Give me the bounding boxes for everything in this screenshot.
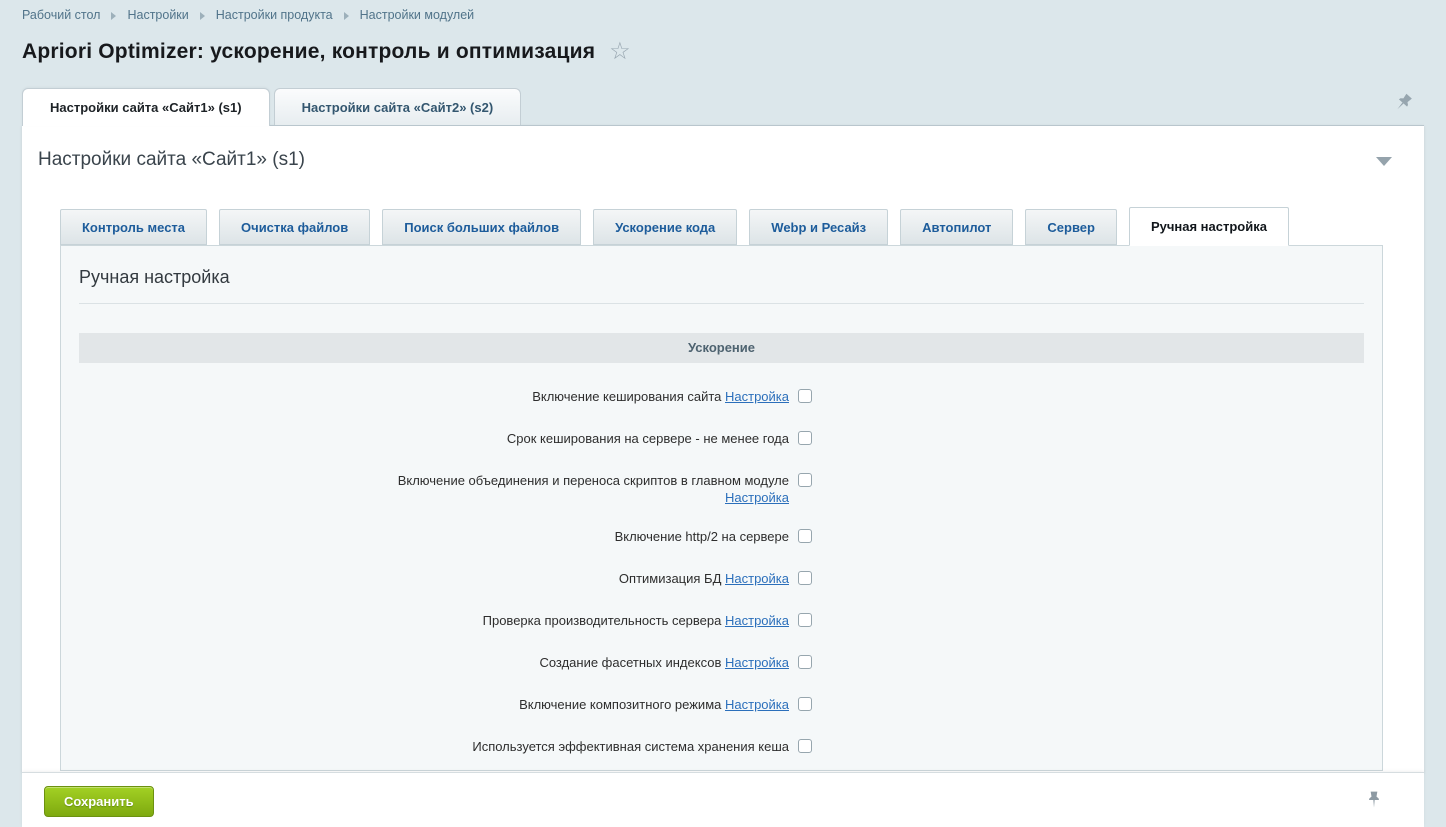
checkbox-server-performance[interactable] [798, 613, 812, 627]
panel-header-label: Настройки сайта «Сайт1» (s1) [38, 149, 305, 170]
checkbox-http2[interactable] [798, 529, 812, 543]
pin-icon[interactable] [1392, 92, 1414, 119]
pin-icon[interactable] [1364, 790, 1384, 815]
setting-label: Включение композитного режима Настройка [61, 696, 789, 713]
setup-link[interactable]: Настройка [61, 489, 789, 506]
setting-row: Включение кеширования сайта Настройка [61, 377, 1382, 419]
setting-row: Создание фасетных индексов Настройка [61, 643, 1382, 685]
tab-site1[interactable]: Настройки сайта «Сайт1» (s1) [22, 88, 270, 126]
chevron-down-icon[interactable] [1376, 157, 1392, 166]
favorite-star-icon[interactable]: ☆ [609, 40, 631, 64]
tab-code-acceleration[interactable]: Ускорение кода [593, 209, 737, 245]
divider [79, 303, 1364, 304]
tab-manual-setup[interactable]: Ручная настройка [1129, 207, 1289, 246]
setting-row: Оптимизация БД Настройка [61, 559, 1382, 601]
setting-label: Проверка производительность сервера Наст… [61, 612, 789, 629]
setting-label: Используется эффективная система хранени… [61, 738, 789, 755]
setting-row: Используется эффективная система хранени… [61, 727, 1382, 769]
setup-link[interactable]: Настройка [725, 571, 789, 586]
breadcrumb-link-module-settings[interactable]: Настройки модулей [360, 8, 475, 22]
page-title: Apriori Optimizer: ускорение, контроль и… [22, 40, 595, 64]
setting-row: Включение объединения и переноса скрипто… [61, 461, 1382, 517]
module-tabs: Контроль места Очистка файлов Поиск боль… [60, 207, 1384, 245]
setting-row: Проверка производительность сервера Наст… [61, 601, 1382, 643]
tab-content: Ручная настройка Ускорение Включение кеш… [60, 245, 1383, 771]
breadcrumb-arrow-icon [111, 12, 116, 20]
setting-label: Включение http/2 на сервере [61, 528, 789, 545]
button-panel: Сохранить [22, 772, 1424, 827]
panel-header: Настройки сайта «Сайт1» (s1) [22, 126, 1424, 171]
breadcrumb-arrow-icon [344, 12, 349, 20]
setup-link[interactable]: Настройка [725, 613, 789, 628]
checkbox-facet-indexes[interactable] [798, 655, 812, 669]
tab-site2[interactable]: Настройки сайта «Сайт2» (s2) [274, 88, 522, 125]
setup-link[interactable]: Настройка [725, 389, 789, 404]
checkbox-db-optimization[interactable] [798, 571, 812, 585]
settings-list: Включение кеширования сайта Настройка Ср… [61, 377, 1382, 769]
setting-label: Оптимизация БД Настройка [61, 570, 789, 587]
tab-autopilot[interactable]: Автопилот [900, 209, 1013, 245]
setup-link[interactable]: Настройка [725, 655, 789, 670]
tab-large-files-search[interactable]: Поиск больших файлов [382, 209, 581, 245]
breadcrumb-link-desktop[interactable]: Рабочий стол [22, 8, 100, 22]
breadcrumb-link-settings[interactable]: Настройки [127, 8, 188, 22]
tab-disk-control[interactable]: Контроль места [60, 209, 207, 245]
checkbox-composite-mode[interactable] [798, 697, 812, 711]
setting-row: Включение http/2 на сервере [61, 517, 1382, 559]
breadcrumb: Рабочий стол Настройки Настройки продукт… [22, 8, 474, 22]
setting-row: Включение композитного режима Настройка [61, 685, 1382, 727]
setting-label: Включение кеширования сайта Настройка [61, 388, 789, 405]
breadcrumb-arrow-icon [200, 12, 205, 20]
tab-webp-resize[interactable]: Webp и Ресайз [749, 209, 888, 245]
site-tabs: Настройки сайта «Сайт1» (s1) Настройки с… [22, 88, 525, 126]
checkbox-effective-cache-storage[interactable] [798, 739, 812, 753]
tab-server[interactable]: Сервер [1025, 209, 1117, 245]
checkbox-cache-lifetime[interactable] [798, 431, 812, 445]
setting-label: Создание фасетных индексов Настройка [61, 654, 789, 671]
checkbox-site-caching[interactable] [798, 389, 812, 403]
setting-label: Включение объединения и переноса скрипто… [61, 472, 789, 506]
checkbox-scripts-merge[interactable] [798, 473, 812, 487]
section-title: Ускорение [79, 333, 1364, 363]
setting-label: Срок кеширования на сервере - не менее г… [61, 430, 789, 447]
setup-link[interactable]: Настройка [725, 697, 789, 712]
setting-row: Срок кеширования на сервере - не менее г… [61, 419, 1382, 461]
content-heading: Ручная настройка [61, 246, 1382, 303]
breadcrumb-link-product-settings[interactable]: Настройки продукта [216, 8, 333, 22]
settings-panel: Настройки сайта «Сайт1» (s1) Контроль ме… [22, 125, 1424, 772]
tab-file-cleanup[interactable]: Очистка файлов [219, 209, 370, 245]
save-button[interactable]: Сохранить [44, 786, 154, 817]
